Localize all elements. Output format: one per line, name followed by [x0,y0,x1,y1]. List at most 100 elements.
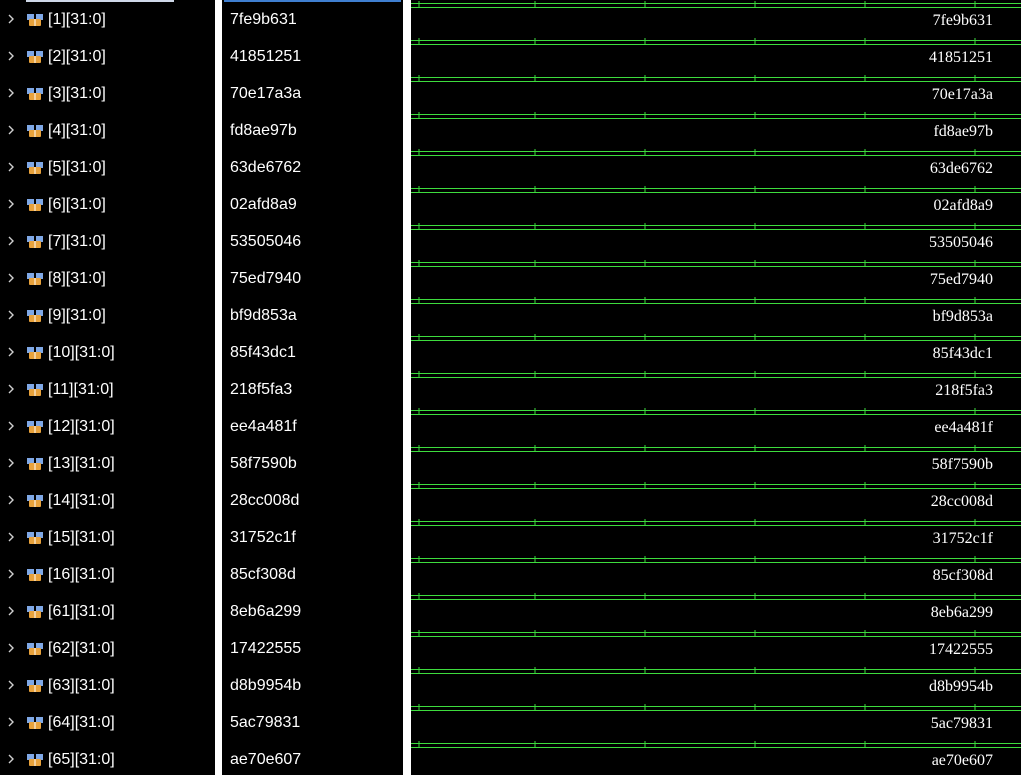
signal-row[interactable]: [11][31:0] [0,371,215,408]
value-row[interactable]: 70e17a3a [222,75,403,112]
bus-waveform [411,408,1021,415]
value-row[interactable]: 41851251 [222,38,403,75]
value-row[interactable]: 28cc008d [222,482,403,519]
signal-row[interactable]: [7][31:0] [0,223,215,260]
signal-value: 41851251 [230,48,302,65]
waveform-row[interactable]: 58f7590b [411,445,1021,482]
signal-name: [62][31:0] [48,640,115,657]
value-row[interactable]: 17422555 [222,630,403,667]
signal-row[interactable]: [5][31:0] [0,149,215,186]
waveform-row[interactable]: fd8ae97b [411,112,1021,149]
value-row[interactable]: 02afd8a9 [222,186,403,223]
value-row[interactable]: 218f5fa3 [222,371,403,408]
value-row[interactable]: bf9d853a [222,297,403,334]
waveform-row[interactable]: 17422555 [411,630,1021,667]
chevron-right-icon[interactable] [6,347,16,357]
bus-signal-icon [27,495,43,507]
signal-value: 70e17a3a [230,85,302,102]
waveform-row[interactable]: 75ed7940 [411,260,1021,297]
chevron-right-icon[interactable] [6,717,16,727]
waveform-row[interactable]: 02afd8a9 [411,186,1021,223]
signal-name: [5][31:0] [48,159,106,176]
chevron-right-icon[interactable] [6,680,16,690]
bus-signal-icon [27,532,43,544]
signal-row[interactable]: [3][31:0] [0,75,215,112]
signal-row[interactable]: [63][31:0] [0,667,215,704]
bus-signal-icon [27,273,43,285]
waveform-panel: 7fe9b631 41851251 70e17a3a fd8ae97b 63de6762… [411,0,1021,775]
signal-row[interactable]: [2][31:0] [0,38,215,75]
value-row[interactable]: d8b9954b [222,667,403,704]
bus-signal-icon [27,347,43,359]
waveform-row[interactable]: 31752c1f [411,519,1021,556]
chevron-right-icon[interactable] [6,606,16,616]
chevron-right-icon[interactable] [6,14,16,24]
signal-row[interactable]: [14][31:0] [0,482,215,519]
waveform-row[interactable]: ee4a481f [411,408,1021,445]
chevron-right-icon[interactable] [6,125,16,135]
chevron-right-icon[interactable] [6,643,16,653]
waveform-row[interactable]: 218f5fa3 [411,371,1021,408]
signal-row[interactable]: [1][31:0] [0,1,215,38]
signal-row[interactable]: [61][31:0] [0,593,215,630]
chevron-right-icon[interactable] [6,51,16,61]
waveform-row[interactable]: d8b9954b [411,667,1021,704]
waveform-value-label: fd8ae97b [933,123,993,140]
value-row[interactable]: 8eb6a299 [222,593,403,630]
value-row[interactable]: ee4a481f [222,408,403,445]
waveform-row[interactable]: 41851251 [411,38,1021,75]
value-row[interactable]: fd8ae97b [222,112,403,149]
signal-row[interactable]: [13][31:0] [0,445,215,482]
waveform-row[interactable]: 5ac79831 [411,704,1021,741]
bus-signal-icon [27,606,43,618]
signal-row[interactable]: [8][31:0] [0,260,215,297]
signal-row[interactable]: [9][31:0] [0,297,215,334]
chevron-right-icon[interactable] [6,421,16,431]
value-row[interactable]: 75ed7940 [222,260,403,297]
waveform-row[interactable]: 7fe9b631 [411,1,1021,38]
value-row[interactable]: 31752c1f [222,519,403,556]
waveform-row[interactable]: 28cc008d [411,482,1021,519]
signal-value: 53505046 [230,233,302,250]
signal-row[interactable]: [16][31:0] [0,556,215,593]
signal-row[interactable]: [12][31:0] [0,408,215,445]
waveform-row[interactable]: 85f43dc1 [411,334,1021,371]
value-row[interactable]: 53505046 [222,223,403,260]
waveform-row[interactable]: bf9d853a [411,297,1021,334]
chevron-right-icon[interactable] [6,310,16,320]
chevron-right-icon[interactable] [6,236,16,246]
signal-row[interactable]: [65][31:0] [0,741,215,775]
signal-row[interactable]: [64][31:0] [0,704,215,741]
signal-row[interactable]: [10][31:0] [0,334,215,371]
chevron-right-icon[interactable] [6,754,16,764]
signal-row[interactable]: [4][31:0] [0,112,215,149]
chevron-right-icon[interactable] [6,569,16,579]
value-row[interactable]: 5ac79831 [222,704,403,741]
value-row[interactable]: 85f43dc1 [222,334,403,371]
waveform-row[interactable]: 85cf308d [411,556,1021,593]
signal-row[interactable]: [62][31:0] [0,630,215,667]
signal-value: 8eb6a299 [230,603,302,620]
bus-waveform [411,297,1021,304]
signal-row[interactable]: [6][31:0] [0,186,215,223]
signal-row[interactable]: [15][31:0] [0,519,215,556]
chevron-right-icon[interactable] [6,495,16,505]
value-row[interactable]: ae70e607 [222,741,403,775]
chevron-right-icon[interactable] [6,88,16,98]
waveform-row[interactable]: 63de6762 [411,149,1021,186]
chevron-right-icon[interactable] [6,532,16,542]
waveform-row[interactable]: 8eb6a299 [411,593,1021,630]
waveform-row[interactable]: 53505046 [411,223,1021,260]
chevron-right-icon[interactable] [6,458,16,468]
chevron-right-icon[interactable] [6,199,16,209]
waveform-row[interactable]: ae70e607 [411,741,1021,775]
value-row[interactable]: 85cf308d [222,556,403,593]
chevron-right-icon[interactable] [6,273,16,283]
chevron-right-icon[interactable] [6,384,16,394]
value-row[interactable]: 7fe9b631 [222,1,403,38]
waveform-row[interactable]: 70e17a3a [411,75,1021,112]
chevron-right-icon[interactable] [6,162,16,172]
value-row[interactable]: 58f7590b [222,445,403,482]
value-row[interactable]: 63de6762 [222,149,403,186]
signal-value: 5ac79831 [230,714,301,731]
